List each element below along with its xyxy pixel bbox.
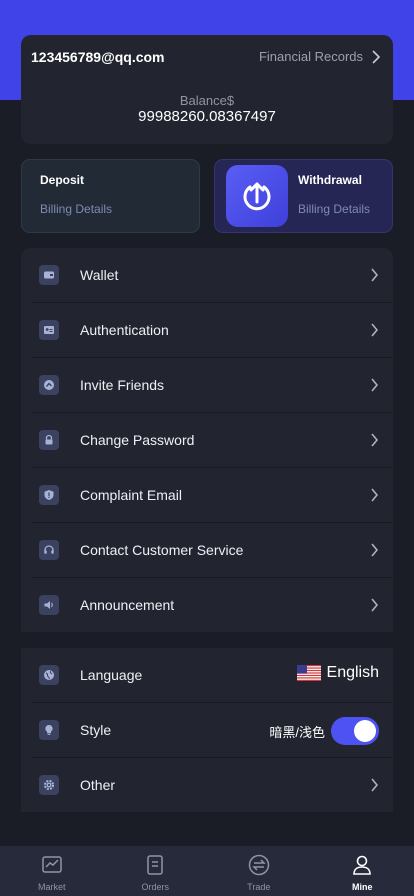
theme-toggle[interactable]	[331, 717, 379, 745]
us-flag-icon	[296, 665, 321, 681]
user-icon	[353, 855, 372, 875]
menu-item-customer-service[interactable]: Contact Customer Service	[21, 523, 393, 578]
language-label: Language	[80, 667, 143, 683]
chevron-right-icon	[371, 778, 379, 792]
menu-item-label: Change Password	[80, 432, 195, 448]
menu-item-authentication[interactable]: Authentication	[21, 303, 393, 358]
swap-icon	[248, 854, 269, 876]
deposit-title: Deposit	[40, 173, 85, 187]
speaker-icon	[39, 595, 59, 615]
chevron-right-icon	[371, 268, 379, 282]
tab-label: Orders	[141, 882, 169, 892]
menu-item-label: Wallet	[80, 267, 119, 283]
style-label: Style	[80, 722, 112, 738]
menu-item-language[interactable]: Language English	[21, 648, 393, 703]
financial-records-label: Financial Records	[258, 49, 363, 64]
menu-item-complaint-email[interactable]: Complaint Email	[21, 468, 393, 523]
deposit-subtitle: Billing Details	[40, 202, 113, 216]
chevron-right-icon	[371, 598, 379, 612]
toggle-knob	[354, 720, 376, 742]
account-card: 123456789@qq.com Financial Records Balan…	[21, 35, 393, 144]
chevron-right-icon	[371, 433, 379, 447]
account-email: 123456789@qq.com	[31, 49, 165, 65]
tab-label: Trade	[247, 882, 271, 892]
tab-trade[interactable]: Trade	[207, 846, 311, 896]
menu-item-label: Invite Friends	[80, 377, 165, 393]
menu-item-style: Style 暗黑/浅色	[21, 703, 393, 758]
style-value: 暗黑/浅色	[269, 724, 325, 740]
wallet-icon	[39, 265, 59, 285]
chevron-right-icon	[371, 378, 379, 392]
tab-market[interactable]: Market	[0, 846, 104, 896]
other-label: Other	[80, 777, 116, 793]
tab-label: Market	[37, 882, 66, 892]
chart-icon	[42, 856, 62, 873]
upload-circle-icon	[226, 165, 288, 227]
menu-item-invite-friends[interactable]: Invite Friends	[21, 358, 393, 413]
shield-alert-icon	[39, 485, 59, 505]
withdrawal-card[interactable]: Withdrawal Billing Details	[214, 159, 393, 233]
headset-icon	[39, 540, 59, 560]
balance-value: 99988260.08367497	[138, 108, 276, 125]
document-icon	[147, 855, 163, 875]
chevron-right-icon	[371, 543, 379, 557]
menu-item-label: Complaint Email	[80, 487, 182, 503]
menu-item-label: Announcement	[80, 597, 175, 613]
balance-label: Balance$	[179, 93, 235, 108]
withdrawal-title: Withdrawal	[298, 173, 362, 187]
tab-orders[interactable]: Orders	[104, 846, 208, 896]
menu-item-announcement[interactable]: Announcement	[21, 578, 393, 633]
bottom-tab-bar: Market Orders Trade Mine	[0, 846, 414, 896]
financial-records-link[interactable]: Financial Records	[259, 49, 381, 64]
menu-item-label: Authentication	[80, 322, 169, 338]
account-menu: Wallet Authentication Invite Friends Cha…	[21, 248, 393, 632]
withdrawal-subtitle: Billing Details	[298, 202, 371, 216]
language-value: English	[326, 664, 379, 681]
chevron-right-icon	[371, 488, 379, 502]
gear-icon	[39, 775, 59, 795]
share-icon	[39, 375, 59, 395]
tab-label: Mine	[351, 882, 373, 892]
lock-icon	[39, 430, 59, 450]
tab-mine[interactable]: Mine	[311, 846, 414, 896]
id-card-icon	[39, 320, 59, 340]
menu-item-wallet[interactable]: Wallet	[21, 248, 393, 303]
menu-item-change-password[interactable]: Change Password	[21, 413, 393, 468]
globe-icon	[39, 665, 59, 685]
menu-item-other[interactable]: Other	[21, 758, 393, 813]
style-control: 暗黑/浅色	[269, 717, 379, 745]
bulb-icon	[39, 720, 59, 740]
deposit-card[interactable]: Deposit Billing Details	[21, 159, 200, 233]
chevron-right-icon	[371, 323, 379, 337]
menu-item-label: Contact Customer Service	[80, 542, 244, 558]
settings-menu: Language English Style 暗黑/浅色 Other	[21, 648, 393, 812]
language-selector[interactable]: English	[296, 664, 379, 682]
chevron-right-icon	[372, 49, 381, 64]
